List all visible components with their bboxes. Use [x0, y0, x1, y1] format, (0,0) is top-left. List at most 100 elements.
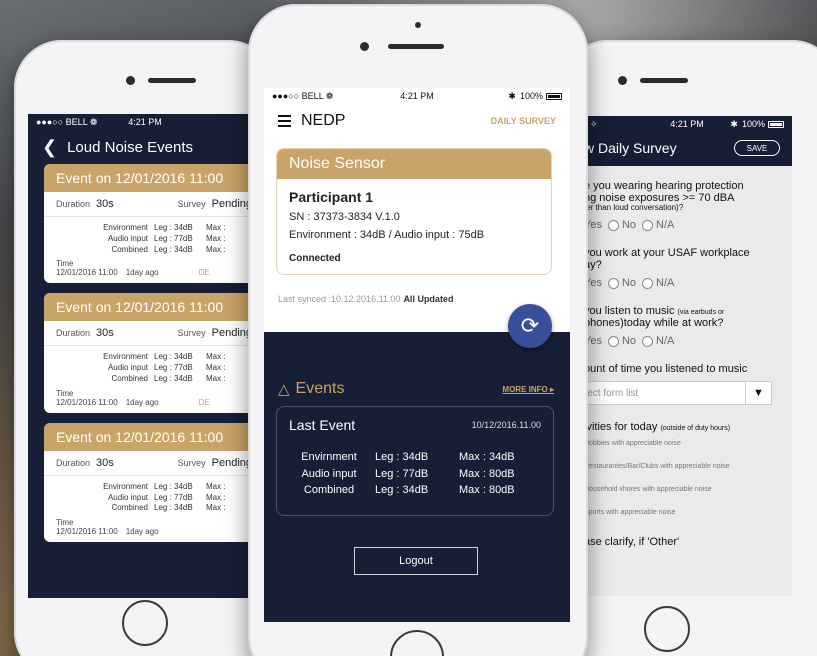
status-bar: ●●●○○ BELL ❁ 4:21 PM ✱ 100% — [264, 88, 570, 104]
question-music-time: ount of time you listened to music — [584, 363, 748, 376]
menu-icon[interactable] — [278, 115, 291, 127]
leg-value: Leg : 34dB — [154, 481, 193, 491]
daily-survey-link[interactable]: DAILY SURVEY — [491, 116, 556, 126]
home-button[interactable] — [122, 600, 168, 646]
sync-refresh-button[interactable]: ⟳ — [508, 304, 552, 348]
event-title: Event on 12/01/2016 11:00 — [44, 164, 262, 192]
detail-link[interactable]: DE — [199, 268, 210, 277]
detail-link[interactable]: DE — [199, 398, 210, 407]
front-sensor — [415, 22, 421, 28]
question-music: you listen to music (via earbuds or phon… — [584, 305, 725, 330]
radio-na[interactable]: N/A — [642, 335, 674, 347]
leg-value: Leg : 34dB — [154, 503, 193, 513]
sync-status: Last synced :10.12.2016.11.00 All Updated — [278, 294, 454, 304]
event-levels: Environment Leg : 34dB Max : Audio input Leg… — [44, 346, 262, 388]
home-button[interactable] — [390, 630, 444, 656]
leg-value: Leg : 77dB — [154, 492, 193, 502]
max-value: Max : — [206, 244, 226, 254]
serial-number: SN : 37373-3834 V.1.0 — [289, 211, 400, 223]
radio-group-q1: Yes No N/A — [582, 213, 792, 231]
radio-group-q2: Yes No N/A — [582, 271, 792, 289]
radio-na[interactable]: N/A — [642, 277, 674, 289]
events-header: △ Events MORE INFO ▸ — [278, 380, 554, 398]
max-value: Max : 80dB — [459, 484, 515, 496]
max-value: Max : — [206, 492, 226, 502]
event-list: Event on 12/01/2016 11:00 Duration 30s Surv… — [28, 164, 262, 543]
duration-label: Duration — [56, 328, 91, 339]
speaker — [640, 78, 688, 83]
source-label: Audio input — [107, 492, 148, 502]
source-label: Envirnment — [301, 451, 357, 463]
logout-button[interactable]: Logout — [354, 547, 478, 575]
back-chevron-icon[interactable]: ❮ — [42, 137, 57, 158]
last-event-card[interactable]: Last Event 10/12/2016.11.00 Envirnment Le… — [276, 406, 554, 516]
max-value: Max : — [206, 363, 226, 373]
max-value: Max : — [206, 352, 226, 362]
survey-status: Pending — [211, 456, 252, 469]
screen-home: ●●●○○ BELL ❁ 4:21 PM ✱ 100% NEDP DAILY S… — [264, 88, 570, 622]
radio-circle-icon — [642, 219, 654, 231]
nav-header: ✧ 4:21 PM ✱ 100% w Daily Survey SAVE — [582, 116, 792, 166]
radio-group-q3: Yes No N/A — [582, 329, 792, 347]
survey-label: Survey — [177, 457, 206, 468]
event-time: 12/01/2016 11:00 — [56, 397, 118, 407]
time-ago: 1day ago — [125, 397, 159, 407]
activity-option[interactable]: Hobbies with appreciable noise — [582, 440, 792, 463]
dropdown-arrow-icon[interactable]: ▼ — [745, 382, 771, 405]
front-camera — [360, 42, 369, 51]
status-bar: ✧ 4:21 PM ✱ 100% — [582, 116, 792, 132]
survey-label: Survey — [177, 328, 206, 339]
status-time: 4:21 PM — [128, 117, 162, 127]
screen-loud-noise-events: ●●●○○ BELL ❁ 4:21 PM ❮ Loud Noise Events… — [28, 114, 262, 598]
max-value: Max : — [206, 233, 226, 243]
duration-value: 30s — [96, 456, 114, 469]
event-levels: Environment Leg : 34dB Max : Audio input Leg… — [44, 476, 262, 518]
source-label: Audio input — [107, 233, 148, 243]
leg-value: Leg : 77dB — [154, 363, 193, 373]
event-time: 12/01/2016 11:00 — [56, 268, 118, 278]
card-title: Noise Sensor — [277, 149, 551, 179]
duration-label: Duration — [56, 199, 91, 209]
bell-icon: △ — [278, 381, 290, 398]
event-card[interactable]: Event on 12/01/2016 11:00 Duration 30s Surv… — [44, 422, 262, 543]
max-value: Max : 34dB — [459, 451, 515, 463]
event-title: Event on 12/01/2016 11:00 — [44, 422, 262, 451]
event-card[interactable]: Event on 12/01/2016 11:00 Duration 30s Surv… — [44, 164, 262, 284]
source-label: Environment — [103, 352, 148, 362]
speaker — [148, 78, 196, 83]
time-label: Time — [56, 388, 74, 398]
activity-option[interactable]: Restaurantes/Bar/Clubs with appreciable … — [582, 463, 792, 486]
time-label: Time — [56, 518, 74, 528]
home-button[interactable] — [644, 606, 690, 652]
question-workplace: you work at your USAF workplace ay? — [584, 246, 750, 272]
music-time-select[interactable]: lect form list ▼ — [582, 381, 772, 406]
leg-value: Leg : 77dB — [154, 233, 193, 243]
max-value: Max : 80dB — [459, 467, 515, 480]
survey-label: Survey — [177, 199, 206, 209]
last-event-levels: Envirnment Leg : 34dB Max : 34dB Audio inpu… — [289, 449, 541, 499]
status-bar: ●●●○○ BELL ❁ 4:21 PM — [28, 114, 262, 130]
leg-value: Leg : 34dB — [154, 352, 193, 362]
phone-left: ●●●○○ BELL ❁ 4:21 PM ❮ Loud Noise Events… — [14, 40, 276, 656]
max-value: Max : — [206, 223, 226, 232]
more-info-link[interactable]: MORE INFO ▸ — [502, 385, 554, 394]
radio-na[interactable]: N/A — [642, 219, 674, 231]
radio-no[interactable]: No — [607, 219, 636, 231]
leg-value: Leg : 34dB — [375, 484, 429, 496]
question-clarify-other: ase clarify, if 'Other' — [584, 535, 680, 548]
battery-icon — [768, 120, 784, 128]
radio-no[interactable]: No — [607, 335, 636, 347]
survey-status: Pending — [211, 198, 252, 210]
activity-option[interactable]: Sports with appreciable noise — [582, 509, 792, 532]
activity-list: Hobbies with appreciable noise Restauran… — [582, 440, 792, 532]
leg-value: Leg : 77dB — [375, 467, 429, 480]
source-label: Environment — [103, 481, 148, 491]
leg-value: Leg : 34dB — [375, 451, 429, 463]
radio-no[interactable]: No — [607, 277, 636, 289]
activity-option[interactable]: Household xhores with appreciable noise — [582, 486, 792, 509]
save-button[interactable]: SAVE — [734, 140, 780, 156]
radio-circle-icon — [607, 219, 619, 231]
phone-right: ✧ 4:21 PM ✱ 100% w Daily Survey SAVE e y… — [560, 40, 817, 656]
app-bar: NEDP DAILY SURVEY — [264, 104, 570, 138]
event-card[interactable]: Event on 12/01/2016 11:00 Duration 30s Surv… — [44, 293, 262, 413]
